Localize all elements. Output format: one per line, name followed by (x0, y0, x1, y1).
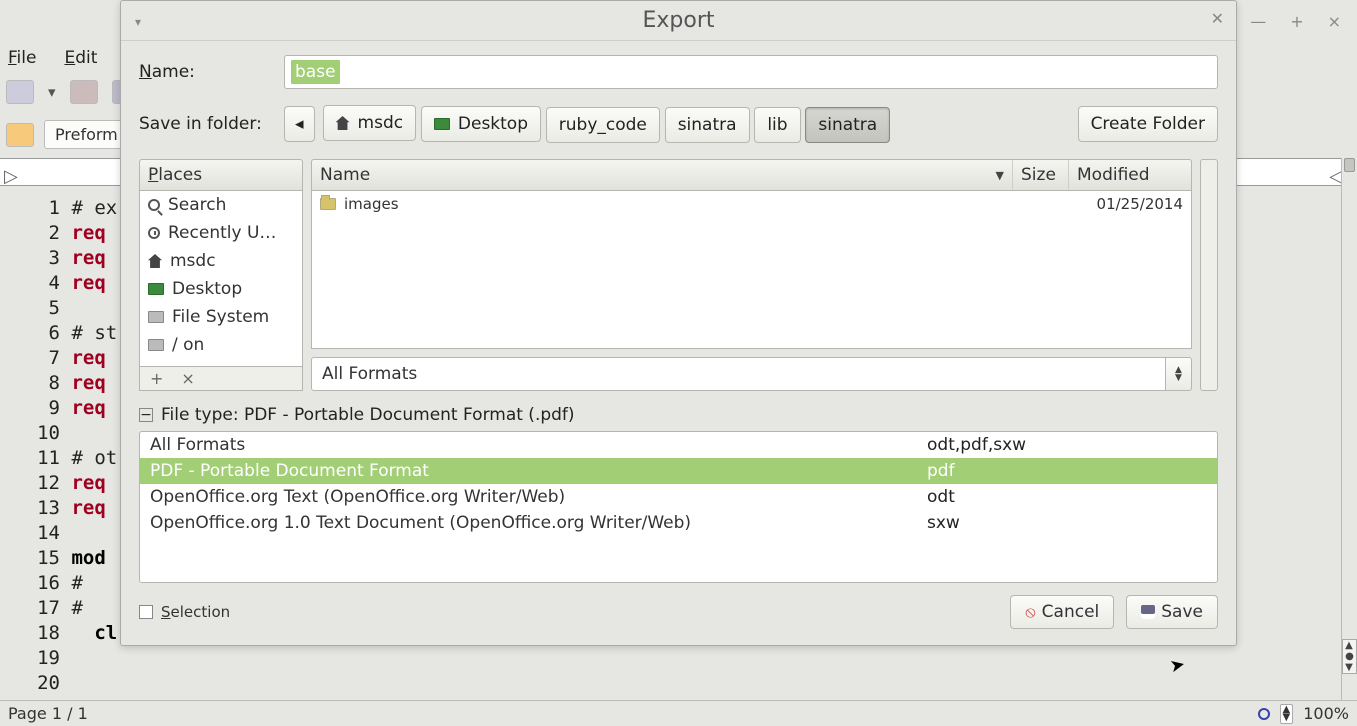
paragraph-style-select[interactable]: Preform (44, 120, 129, 149)
places-item-file-system[interactable]: File System (140, 303, 302, 331)
document-body[interactable]: 1 # ex2 req3 req4 req5 6 # st7 req8 req9… (30, 196, 117, 721)
places-item-msdc[interactable]: msdc (140, 247, 302, 275)
filetype-header[interactable]: − File type: PDF - Portable Document For… (139, 405, 1218, 425)
places-list: SearchRecently U…msdcDesktopFile System/… (139, 191, 303, 367)
breadcrumb-sinatra[interactable]: sinatra (805, 107, 890, 143)
remove-bookmark-button[interactable]: × (181, 369, 194, 388)
file-row[interactable]: images01/25/2014 (312, 191, 1191, 217)
ruler-left-marker-icon[interactable]: ▷ (4, 166, 18, 187)
window-controls: — + × (1250, 12, 1341, 31)
open-icon[interactable] (70, 80, 98, 104)
breadcrumb-lib[interactable]: lib (754, 107, 800, 143)
filetype-row[interactable]: OpenOffice.org 1.0 Text Document (OpenOf… (140, 510, 1217, 536)
vertical-scrollbar[interactable]: ▲●▼ (1341, 158, 1357, 700)
scrollbar-steppers[interactable]: ▲●▼ (1342, 639, 1357, 674)
close-icon[interactable]: ✕ (1211, 9, 1224, 28)
add-bookmark-button[interactable]: + (150, 369, 163, 388)
maximize-icon[interactable]: + (1290, 12, 1303, 31)
collapse-icon[interactable]: − (139, 408, 153, 422)
filetype-table: All Formatsodt,pdf,sxwPDF - Portable Doc… (139, 431, 1218, 583)
create-folder-button[interactable]: Create Folder (1078, 106, 1218, 142)
save-icon (1141, 605, 1155, 619)
selection-label: Selection (161, 603, 230, 621)
format-filter-select[interactable]: All Formats ▲▼ (311, 357, 1192, 391)
search-icon (148, 199, 160, 211)
scrollbar-thumb[interactable] (1344, 158, 1355, 172)
statusbar: Page 1 / 1 ▲▼ 100% (0, 700, 1357, 726)
places-item-recently-u-[interactable]: Recently U… (140, 219, 302, 247)
files-scrollbar[interactable] (1200, 159, 1218, 391)
path-back-button[interactable]: ◂ (284, 106, 315, 142)
name-input-value: base (291, 60, 340, 84)
home-icon (148, 254, 162, 268)
cancel-button[interactable]: ⦸ Cancel (1010, 595, 1114, 629)
minimize-icon[interactable]: — (1250, 12, 1266, 31)
filetype-row[interactable]: PDF - Portable Document Formatpdf (140, 458, 1217, 484)
zoom-target-icon[interactable] (1258, 708, 1270, 720)
desktop-icon (434, 118, 450, 130)
drive-icon (148, 311, 164, 323)
files-list[interactable]: images01/25/2014 (311, 191, 1192, 349)
menubar: FFileile Edit (8, 48, 97, 68)
page-indicator: Page 1 / 1 (8, 704, 88, 723)
drive-icon (148, 339, 164, 351)
places-minibar: + × (139, 367, 303, 391)
filetype-header-label: File type: PDF - Portable Document Forma… (161, 405, 575, 425)
cancel-icon: ⦸ (1025, 602, 1035, 622)
filetype-row[interactable]: All Formatsodt,pdf,sxw (140, 432, 1217, 458)
zoom-stepper[interactable]: ▲▼ (1280, 704, 1294, 724)
format-filter-stepper-icon[interactable]: ▲▼ (1166, 357, 1192, 391)
sort-indicator-icon: ▼ (996, 169, 1004, 182)
dialog-titlebar[interactable]: ▾ Export ✕ (121, 1, 1236, 41)
breadcrumb-sinatra[interactable]: sinatra (665, 107, 750, 143)
desktop-icon (148, 283, 164, 295)
filetype-row[interactable]: OpenOffice.org Text (OpenOffice.org Writ… (140, 484, 1217, 510)
places-header[interactable]: Places (139, 159, 303, 191)
export-dialog: ▾ Export ✕ Name: base Save in folder: ◂ … (120, 0, 1237, 646)
close-icon[interactable]: × (1328, 12, 1341, 31)
save-button[interactable]: Save (1126, 595, 1218, 629)
new-doc-icon[interactable] (6, 80, 34, 104)
menu-edit[interactable]: Edit (64, 48, 97, 68)
home-icon (336, 116, 350, 130)
zoom-level[interactable]: 100% (1303, 704, 1349, 723)
name-input[interactable]: base (284, 55, 1218, 89)
selection-checkbox[interactable] (139, 605, 153, 619)
files-header: Name ▼ Size Modified (311, 159, 1192, 191)
places-item-desktop[interactable]: Desktop (140, 275, 302, 303)
breadcrumb-Desktop[interactable]: Desktop (421, 106, 541, 142)
files-header-size[interactable]: Size (1013, 160, 1069, 190)
highlight-icon[interactable] (6, 123, 34, 147)
toolbar-2: Preform (6, 120, 129, 149)
name-label: Name: (139, 62, 284, 82)
breadcrumb-msdc[interactable]: msdc (323, 105, 417, 141)
format-filter-value: All Formats (311, 357, 1166, 391)
places-item-search[interactable]: Search (140, 191, 302, 219)
dialog-title: Export (642, 8, 714, 33)
files-header-modified[interactable]: Modified (1069, 160, 1191, 190)
new-doc-dropdown-icon[interactable]: ▾ (48, 83, 56, 101)
breadcrumb-ruby_code[interactable]: ruby_code (546, 107, 660, 143)
menu-file[interactable]: FFileile (8, 48, 36, 68)
files-header-name[interactable]: Name ▼ (312, 160, 1013, 190)
save-in-folder-label: Save in folder: (139, 114, 284, 134)
window-menu-icon[interactable]: ▾ (135, 15, 141, 29)
folder-icon (320, 198, 336, 210)
recent-icon (148, 227, 160, 239)
places-item--on[interactable]: / on (140, 331, 302, 359)
